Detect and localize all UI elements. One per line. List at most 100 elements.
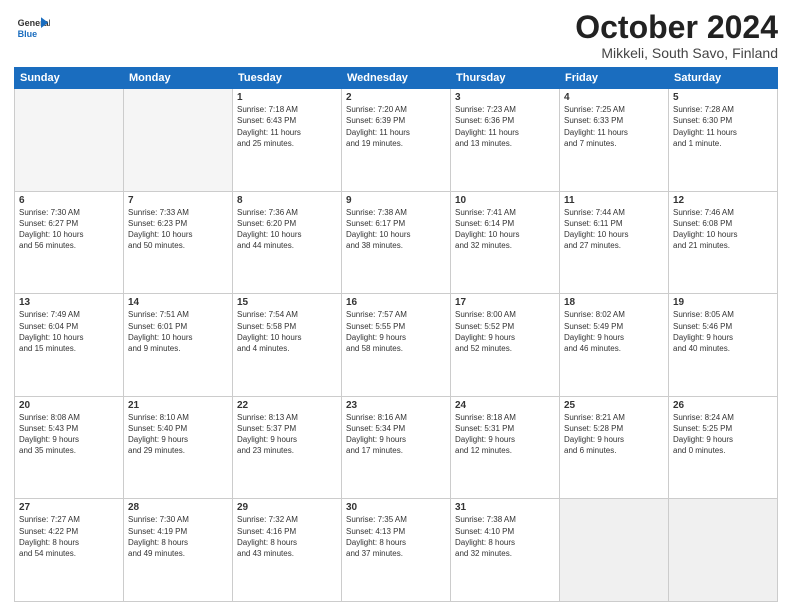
day-number: 18 <box>564 297 664 308</box>
day-number: 23 <box>346 400 446 411</box>
svg-text:Blue: Blue <box>18 29 38 39</box>
day-number: 19 <box>673 297 773 308</box>
day-detail: Sunrise: 8:16 AM Sunset: 5:34 PM Dayligh… <box>346 412 446 457</box>
day-detail: Sunrise: 7:18 AM Sunset: 6:43 PM Dayligh… <box>237 104 337 149</box>
day-detail: Sunrise: 7:54 AM Sunset: 5:58 PM Dayligh… <box>237 309 337 354</box>
day-cell: 14Sunrise: 7:51 AM Sunset: 6:01 PM Dayli… <box>124 294 233 397</box>
day-number: 27 <box>19 502 119 513</box>
day-detail: Sunrise: 7:35 AM Sunset: 4:13 PM Dayligh… <box>346 514 446 559</box>
day-number: 5 <box>673 92 773 103</box>
day-detail: Sunrise: 8:02 AM Sunset: 5:49 PM Dayligh… <box>564 309 664 354</box>
day-cell: 18Sunrise: 8:02 AM Sunset: 5:49 PM Dayli… <box>560 294 669 397</box>
day-cell: 1Sunrise: 7:18 AM Sunset: 6:43 PM Daylig… <box>233 89 342 192</box>
day-number: 21 <box>128 400 228 411</box>
calendar-title: October 2024 <box>575 10 778 45</box>
day-number: 31 <box>455 502 555 513</box>
day-cell: 12Sunrise: 7:46 AM Sunset: 6:08 PM Dayli… <box>669 191 778 294</box>
weekday-wednesday: Wednesday <box>342 68 451 89</box>
day-number: 11 <box>564 195 664 206</box>
day-number: 28 <box>128 502 228 513</box>
day-detail: Sunrise: 7:51 AM Sunset: 6:01 PM Dayligh… <box>128 309 228 354</box>
day-cell: 22Sunrise: 8:13 AM Sunset: 5:37 PM Dayli… <box>233 396 342 499</box>
weekday-sunday: Sunday <box>15 68 124 89</box>
day-cell: 13Sunrise: 7:49 AM Sunset: 6:04 PM Dayli… <box>15 294 124 397</box>
day-cell: 28Sunrise: 7:30 AM Sunset: 4:19 PM Dayli… <box>124 499 233 602</box>
day-cell: 5Sunrise: 7:28 AM Sunset: 6:30 PM Daylig… <box>669 89 778 192</box>
day-cell: 27Sunrise: 7:27 AM Sunset: 4:22 PM Dayli… <box>15 499 124 602</box>
day-detail: Sunrise: 7:57 AM Sunset: 5:55 PM Dayligh… <box>346 309 446 354</box>
day-number: 13 <box>19 297 119 308</box>
day-cell <box>560 499 669 602</box>
day-cell: 7Sunrise: 7:33 AM Sunset: 6:23 PM Daylig… <box>124 191 233 294</box>
day-detail: Sunrise: 8:18 AM Sunset: 5:31 PM Dayligh… <box>455 412 555 457</box>
day-detail: Sunrise: 7:49 AM Sunset: 6:04 PM Dayligh… <box>19 309 119 354</box>
day-detail: Sunrise: 7:41 AM Sunset: 6:14 PM Dayligh… <box>455 207 555 252</box>
day-cell: 10Sunrise: 7:41 AM Sunset: 6:14 PM Dayli… <box>451 191 560 294</box>
day-detail: Sunrise: 7:38 AM Sunset: 6:17 PM Dayligh… <box>346 207 446 252</box>
day-cell: 15Sunrise: 7:54 AM Sunset: 5:58 PM Dayli… <box>233 294 342 397</box>
day-number: 16 <box>346 297 446 308</box>
day-cell <box>669 499 778 602</box>
day-detail: Sunrise: 7:30 AM Sunset: 6:27 PM Dayligh… <box>19 207 119 252</box>
logo: General Blue <box>14 10 50 46</box>
day-detail: Sunrise: 7:36 AM Sunset: 6:20 PM Dayligh… <box>237 207 337 252</box>
weekday-saturday: Saturday <box>669 68 778 89</box>
day-cell: 3Sunrise: 7:23 AM Sunset: 6:36 PM Daylig… <box>451 89 560 192</box>
day-cell: 4Sunrise: 7:25 AM Sunset: 6:33 PM Daylig… <box>560 89 669 192</box>
day-cell: 8Sunrise: 7:36 AM Sunset: 6:20 PM Daylig… <box>233 191 342 294</box>
day-cell: 6Sunrise: 7:30 AM Sunset: 6:27 PM Daylig… <box>15 191 124 294</box>
day-detail: Sunrise: 7:33 AM Sunset: 6:23 PM Dayligh… <box>128 207 228 252</box>
day-number: 14 <box>128 297 228 308</box>
day-cell: 20Sunrise: 8:08 AM Sunset: 5:43 PM Dayli… <box>15 396 124 499</box>
day-cell: 25Sunrise: 8:21 AM Sunset: 5:28 PM Dayli… <box>560 396 669 499</box>
day-detail: Sunrise: 8:10 AM Sunset: 5:40 PM Dayligh… <box>128 412 228 457</box>
header: General Blue October 2024 Mikkeli, South… <box>14 10 778 61</box>
day-cell <box>15 89 124 192</box>
weekday-monday: Monday <box>124 68 233 89</box>
week-row-1: 6Sunrise: 7:30 AM Sunset: 6:27 PM Daylig… <box>15 191 778 294</box>
day-detail: Sunrise: 8:13 AM Sunset: 5:37 PM Dayligh… <box>237 412 337 457</box>
day-cell: 26Sunrise: 8:24 AM Sunset: 5:25 PM Dayli… <box>669 396 778 499</box>
day-detail: Sunrise: 7:30 AM Sunset: 4:19 PM Dayligh… <box>128 514 228 559</box>
day-detail: Sunrise: 7:20 AM Sunset: 6:39 PM Dayligh… <box>346 104 446 149</box>
day-number: 29 <box>237 502 337 513</box>
week-row-4: 27Sunrise: 7:27 AM Sunset: 4:22 PM Dayli… <box>15 499 778 602</box>
weekday-friday: Friday <box>560 68 669 89</box>
day-cell: 24Sunrise: 8:18 AM Sunset: 5:31 PM Dayli… <box>451 396 560 499</box>
weekday-header-row: SundayMondayTuesdayWednesdayThursdayFrid… <box>15 68 778 89</box>
calendar-subtitle: Mikkeli, South Savo, Finland <box>575 45 778 61</box>
day-cell: 2Sunrise: 7:20 AM Sunset: 6:39 PM Daylig… <box>342 89 451 192</box>
calendar-table: SundayMondayTuesdayWednesdayThursdayFrid… <box>14 67 778 602</box>
day-cell <box>124 89 233 192</box>
weekday-tuesday: Tuesday <box>233 68 342 89</box>
day-detail: Sunrise: 8:05 AM Sunset: 5:46 PM Dayligh… <box>673 309 773 354</box>
weekday-thursday: Thursday <box>451 68 560 89</box>
day-cell: 9Sunrise: 7:38 AM Sunset: 6:17 PM Daylig… <box>342 191 451 294</box>
day-cell: 21Sunrise: 8:10 AM Sunset: 5:40 PM Dayli… <box>124 396 233 499</box>
day-cell: 30Sunrise: 7:35 AM Sunset: 4:13 PM Dayli… <box>342 499 451 602</box>
day-number: 30 <box>346 502 446 513</box>
title-block: October 2024 Mikkeli, South Savo, Finlan… <box>575 10 778 61</box>
day-detail: Sunrise: 8:21 AM Sunset: 5:28 PM Dayligh… <box>564 412 664 457</box>
day-cell: 17Sunrise: 8:00 AM Sunset: 5:52 PM Dayli… <box>451 294 560 397</box>
day-detail: Sunrise: 7:46 AM Sunset: 6:08 PM Dayligh… <box>673 207 773 252</box>
day-number: 9 <box>346 195 446 206</box>
day-number: 24 <box>455 400 555 411</box>
day-cell: 19Sunrise: 8:05 AM Sunset: 5:46 PM Dayli… <box>669 294 778 397</box>
day-cell: 29Sunrise: 7:32 AM Sunset: 4:16 PM Dayli… <box>233 499 342 602</box>
day-detail: Sunrise: 8:08 AM Sunset: 5:43 PM Dayligh… <box>19 412 119 457</box>
day-number: 15 <box>237 297 337 308</box>
day-number: 1 <box>237 92 337 103</box>
day-number: 4 <box>564 92 664 103</box>
day-number: 7 <box>128 195 228 206</box>
day-cell: 23Sunrise: 8:16 AM Sunset: 5:34 PM Dayli… <box>342 396 451 499</box>
day-cell: 11Sunrise: 7:44 AM Sunset: 6:11 PM Dayli… <box>560 191 669 294</box>
day-number: 6 <box>19 195 119 206</box>
day-number: 12 <box>673 195 773 206</box>
day-detail: Sunrise: 7:27 AM Sunset: 4:22 PM Dayligh… <box>19 514 119 559</box>
day-number: 22 <box>237 400 337 411</box>
day-detail: Sunrise: 7:44 AM Sunset: 6:11 PM Dayligh… <box>564 207 664 252</box>
day-number: 10 <box>455 195 555 206</box>
week-row-2: 13Sunrise: 7:49 AM Sunset: 6:04 PM Dayli… <box>15 294 778 397</box>
day-detail: Sunrise: 8:24 AM Sunset: 5:25 PM Dayligh… <box>673 412 773 457</box>
